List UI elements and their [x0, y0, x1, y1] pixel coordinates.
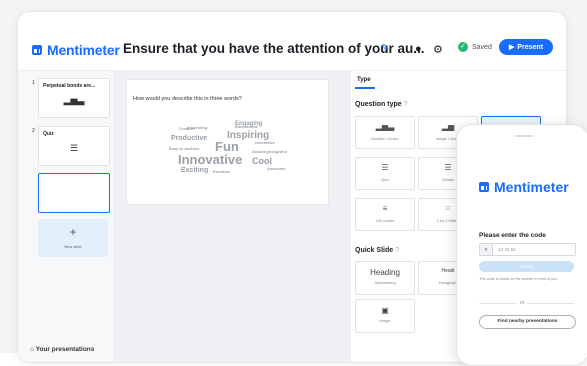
quick-slide-title: Heading	[370, 268, 400, 277]
quick-slide-image-card[interactable]: ▣ Image	[355, 299, 415, 333]
check-icon: ✓	[458, 42, 468, 52]
or-label: or	[517, 300, 528, 306]
new-slide-button[interactable]: + New slide	[38, 219, 108, 257]
slide-question: How would you describe this in three wor…	[133, 96, 242, 102]
quick-slide-sub: Subheading	[374, 280, 396, 285]
code-input[interactable]: # 12 34 56	[479, 243, 576, 256]
slide-preview[interactable]: How would you describe this in three wor…	[127, 80, 328, 204]
code-hint: The code is found on the screen in front…	[479, 277, 558, 281]
phone-logo: Mentimeter	[479, 179, 569, 195]
play-icon: ▶	[508, 44, 515, 51]
slide-number: 1	[32, 80, 35, 86]
submit-button[interactable]: Submit	[479, 261, 574, 272]
slide-thumbnail-1[interactable]: 1 Perpetual bonds are... ▂▅▃	[32, 78, 110, 118]
home-icon: ⌂	[30, 346, 34, 353]
bar-chart-icon: ▂▅▃	[63, 95, 85, 105]
slide-canvas: How would you describe this in three wor…	[115, 71, 351, 362]
question-type-100-points[interactable]: ≡ 100 points	[355, 198, 415, 231]
theme-drop-icon[interactable]: ●	[415, 43, 422, 55]
code-placeholder: 12 34 56	[498, 247, 516, 252]
logo-text: Mentimeter	[47, 42, 120, 58]
question-type-label: Quiz	[380, 177, 390, 182]
settings-gear-icon[interactable]: ⚙	[433, 43, 443, 56]
slide-thumbnail-2[interactable]: 2 Quiz ☰	[32, 126, 110, 166]
app-logo[interactable]: Mentimeter	[32, 42, 120, 58]
your-presentations-label: Your presentations	[35, 346, 95, 353]
slide-label: Quiz	[43, 131, 54, 137]
mentimeter-logo-icon	[479, 182, 489, 192]
image-icon: ▣	[381, 306, 389, 315]
cloud-word: Exciting	[181, 167, 209, 174]
help-icon[interactable]: ?	[404, 101, 408, 108]
question-type-quiz[interactable]: ☰ Quiz	[355, 157, 415, 190]
cloud-word: Interesting	[187, 125, 208, 130]
phone-speaker	[515, 135, 533, 137]
quick-slide-label: Quick Slide	[355, 247, 394, 254]
present-button[interactable]: ▶ Present	[499, 39, 553, 55]
presentation-title[interactable]: Ensure that you have the attention of yo…	[123, 41, 425, 56]
quick-slide-heading: Quick Slide ?	[355, 247, 399, 254]
cloud-word: Practical	[213, 169, 230, 174]
edit-title-icon[interactable]: ✎	[381, 43, 389, 54]
cloud-word: Productive	[171, 135, 208, 142]
cloud-word: Cool	[252, 156, 272, 166]
cloud-word: Innovative	[178, 152, 243, 167]
bar-chart-icon: ▂▅▃	[375, 122, 395, 131]
cloud-word: Interactive	[255, 140, 276, 145]
cloud-word: Awesome	[267, 166, 286, 171]
phone-mockup: Mentimeter Please enter the code # 12 34…	[456, 124, 587, 366]
cloud-word: Easy to use	[169, 146, 192, 151]
phone-logo-text: Mentimeter	[494, 179, 569, 195]
question-type-label: 100 points	[375, 218, 395, 223]
saved-status: ✓ Saved	[458, 42, 492, 52]
slide-label: Perpetual bonds are...	[43, 83, 96, 89]
present-label: Present	[517, 43, 544, 51]
cloud-word: New	[191, 146, 200, 151]
your-presentations-link[interactable]: ⌂ Your presentations	[30, 346, 94, 353]
points-icon: ≡	[382, 204, 388, 213]
tab-underline	[355, 87, 375, 89]
saved-label: Saved	[472, 43, 492, 51]
question-type-heading: Question type ?	[355, 101, 408, 108]
new-slide-label: New slide	[64, 244, 82, 249]
question-type-label: Question type	[355, 101, 402, 108]
enter-code-label: Please enter the code	[479, 232, 546, 239]
hash-icon: #	[480, 244, 493, 255]
list-icon: ☰	[381, 163, 389, 172]
question-type-label: Multiple Choice	[371, 136, 399, 141]
top-bar: Mentimeter Ensure that you have the atte…	[18, 12, 566, 71]
cloud-word: Amazing	[252, 149, 269, 154]
question-type-multiple-choice[interactable]: ▂▅▃ Multiple Choice	[355, 116, 415, 149]
list-icon: ☰	[69, 143, 79, 153]
cloud-word: Insightful	[269, 149, 287, 154]
plus-icon: +	[69, 225, 77, 239]
slide-number: 2	[32, 128, 35, 134]
quick-slide-heading-card[interactable]: Heading Subheading	[355, 261, 415, 295]
slide-thumbnail-3[interactable]	[38, 173, 110, 213]
tab-type[interactable]: Type	[357, 77, 371, 83]
help-icon[interactable]: ?	[395, 247, 399, 254]
find-nearby-button[interactable]: Find nearby presentations	[479, 315, 576, 329]
mentimeter-logo-icon	[32, 45, 42, 55]
quick-slide-sub: Image	[379, 318, 391, 323]
slide-sidebar: 1 Perpetual bonds are... ▂▅▃ 2 Quiz ☰ + …	[18, 71, 115, 362]
cloud-word: Educational	[235, 124, 258, 129]
